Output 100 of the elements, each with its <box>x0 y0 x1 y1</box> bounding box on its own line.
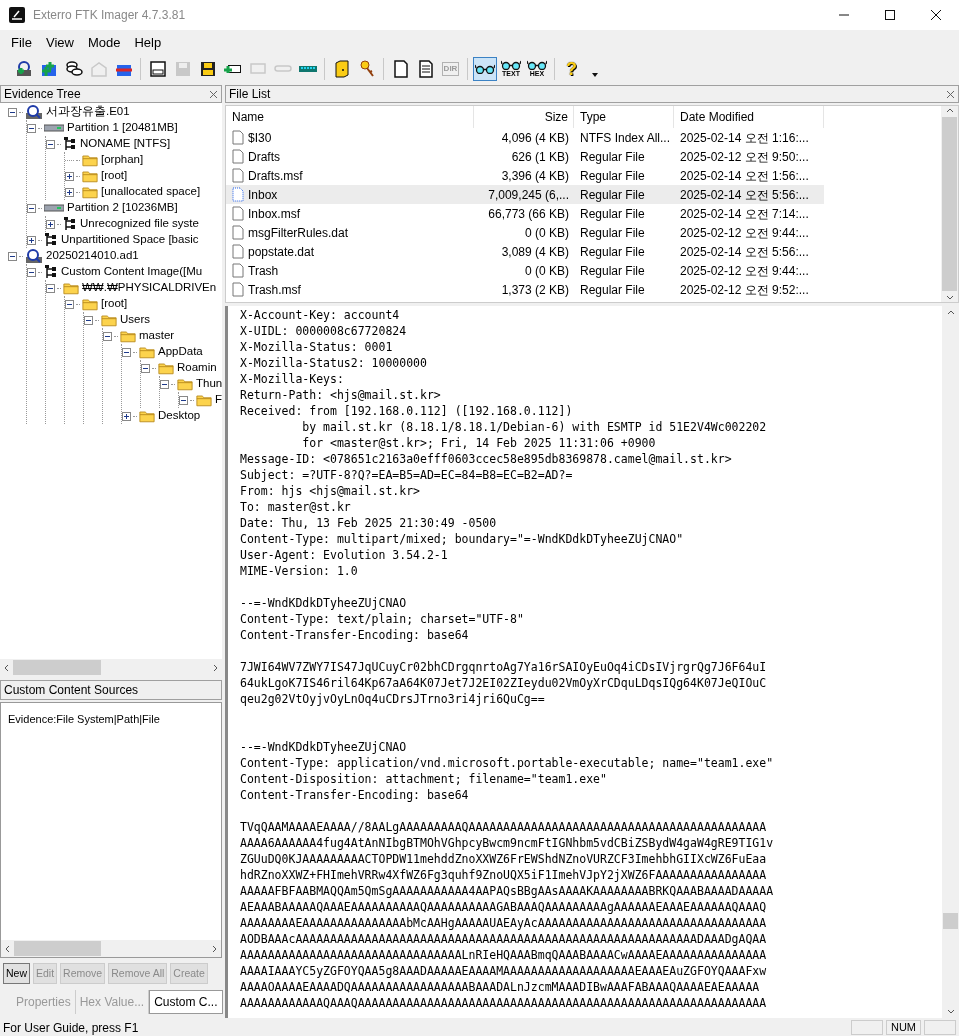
menu-item[interactable]: File <box>4 32 39 53</box>
menu-item[interactable]: View <box>38 32 81 53</box>
file-name: Trash.msf <box>248 281 301 299</box>
text-line: AAAAAAAAAAAAAAAAAAAAAAAAAAAAAAAALnRIeHQAAABmqQAAABAAAACwAAAAEAAAAAAAAAAAAAAA <box>240 947 768 963</box>
text-line: AAAAAFBFAABMAQQAm5QmSgAAAAAAAAAAA4AAPAQsBBgAAsAAAAKAAAAAAAABRKQAAABAAAADAAAAA <box>240 883 775 899</box>
file-name: Inbox.msf <box>248 205 301 223</box>
file-row[interactable]: Drafts 626 (1 KB) Regular File 2025-02-12 오전 9:50:... <box>226 147 824 166</box>
tree-item-label[interactable]: [orphan] <box>101 151 144 169</box>
text-line: X-Mozilla-Status: 0001 <box>240 339 394 355</box>
text-line: Content-Transfer-Encoding: base64 <box>240 787 470 803</box>
collapse-toggle[interactable] <box>65 299 74 309</box>
file-row[interactable]: $I30 4,096 (4 KB) NTFS Index All... 2025-02-14 오전 1:16:... <box>226 128 824 147</box>
text-line: TVqQAAMAAAAEAAAA//8AALgAAAAAAAAAQAAAAAAAAAAAAAAAAAAAAAAAAAAAAAAAAAAAAAAAAAAA <box>240 819 768 835</box>
panel-tab[interactable]: Custom C... <box>149 990 223 1014</box>
collapse-toggle[interactable] <box>122 347 131 357</box>
file-row[interactable]: Inbox.msf 66,773 (66 KB) Regular File 2025-02-14 오전 7:14:... <box>226 204 824 223</box>
vertical-scrollbar[interactable] <box>942 306 959 1018</box>
hierarchy-icon <box>44 265 58 279</box>
tree-item-label[interactable]: ₩₩.₩PHYSICALDRIVEn <box>82 279 217 297</box>
collapse-toggle[interactable] <box>27 267 36 277</box>
expand-toggle[interactable] <box>65 171 74 181</box>
collapse-toggle[interactable] <box>160 379 169 389</box>
column-header[interactable]: Size <box>474 106 574 128</box>
collapse-toggle[interactable] <box>46 283 55 293</box>
folder-icon <box>82 153 98 167</box>
tree-item-label[interactable]: [unallocated space] <box>101 183 201 201</box>
vertical-scrollbar[interactable] <box>941 106 958 302</box>
tree-item-label[interactable]: Roamin <box>177 359 217 377</box>
table-cell-text: Regular File <box>579 167 646 185</box>
collapse-toggle[interactable] <box>8 107 17 117</box>
file-icon <box>232 225 244 240</box>
close-icon[interactable] <box>209 89 218 99</box>
text-line: Content-Type: multipart/mixed; boundary="=-WndKDdkDTyheeZUjCNAO" <box>240 531 685 547</box>
action-button[interactable]: New <box>3 963 30 984</box>
dropdown-caret-icon[interactable] <box>591 71 599 78</box>
drive-add-icon <box>223 63 242 74</box>
column-header[interactable]: Type <box>574 106 674 128</box>
horizontal-scrollbar[interactable] <box>1 940 221 957</box>
tree-item-label[interactable]: Partition 2 [10236MB] <box>67 199 178 217</box>
text-line: Content-Type: application/vnd.microsoft.portable-executable; name="team1.exe" <box>240 755 775 771</box>
collapse-toggle[interactable] <box>84 315 93 325</box>
tree-item-label[interactable]: Unpartitioned Space [basic <box>61 231 199 249</box>
expand-toggle[interactable] <box>65 187 74 197</box>
tree-item-label[interactable]: 서과장유출.E01 <box>46 103 130 121</box>
folder-icon <box>158 361 174 375</box>
text-line: Return-Path: <hjs@mail.st.kr> <box>240 387 442 403</box>
table-cell-text: 2025-02-14 오전 1:56:... <box>679 167 810 185</box>
panel-title: File List <box>229 86 271 103</box>
minus-icon <box>29 205 34 211</box>
close-icon[interactable] <box>946 89 955 99</box>
scroll-thumb[interactable] <box>942 117 957 291</box>
tree-item-label[interactable]: Unrecognized file syste <box>80 215 199 233</box>
file-icon <box>232 263 244 278</box>
file-row[interactable]: Inbox 7,009,245 (6,... Regular File 2025-02-14 오전 5:56:... <box>226 185 824 204</box>
file-name: popstate.dat <box>248 243 315 261</box>
folder-icon <box>177 377 193 391</box>
tree-item-label[interactable]: master <box>139 327 175 345</box>
collapse-toggle[interactable] <box>103 331 112 341</box>
tree-item-label[interactable]: Desktop <box>158 407 201 425</box>
collapse-toggle[interactable] <box>8 251 17 261</box>
collapse-toggle[interactable] <box>27 123 36 133</box>
text-line: Date: Thu, 13 Feb 2025 21:30:49 -0500 <box>240 515 498 531</box>
collapse-toggle[interactable] <box>179 395 188 405</box>
source-entry[interactable]: Evidence:File System|Path|File <box>8 711 214 728</box>
collapse-toggle[interactable] <box>46 139 55 149</box>
tree-item-label[interactable]: 20250214010.ad1 <box>46 247 139 265</box>
tree-item-label[interactable]: Partition 1 [20481MB] <box>67 119 178 137</box>
file-row[interactable]: popstate.dat 3,089 (4 KB) Regular File 2025-02-14 오전 5:56:... <box>226 242 824 261</box>
collapse-toggle[interactable] <box>27 203 36 213</box>
tree-item-label[interactable]: [root] <box>101 295 128 313</box>
column-header[interactable]: Date Modified <box>674 106 824 128</box>
menu-item[interactable]: Help <box>127 32 169 53</box>
menu-item[interactable]: Mode <box>80 32 128 53</box>
tree-item-label[interactable]: AppData <box>158 343 203 361</box>
plus-icon <box>67 173 72 179</box>
tree-item-label[interactable]: NONAME [NTFS] <box>80 135 171 153</box>
table-cell-text: 7,009,245 (6,... <box>487 186 570 204</box>
tree-item-label[interactable]: Users <box>120 311 151 329</box>
file-row[interactable]: Trash.msf 1,373 (2 KB) Regular File 2025-02-12 오전 9:52:... <box>226 280 824 299</box>
expand-toggle[interactable] <box>122 411 131 421</box>
scroll-thumb[interactable] <box>13 660 102 675</box>
tree-item-label[interactable]: [root] <box>101 167 128 185</box>
scroll-thumb[interactable] <box>943 913 958 929</box>
viewer-button[interactable] <box>473 56 497 81</box>
text-line: User-Agent: Evolution 3.54.2-1 <box>240 547 449 563</box>
scroll-thumb[interactable] <box>14 941 102 956</box>
table-cell-text: Regular File <box>579 205 646 223</box>
column-header[interactable]: Name <box>226 106 474 128</box>
collapse-toggle[interactable] <box>141 363 150 373</box>
tree-item-label[interactable]: Thun <box>196 375 223 393</box>
expand-toggle[interactable] <box>27 235 36 245</box>
tree-item-label[interactable]: F <box>215 391 223 409</box>
file-row[interactable]: Drafts.msf 3,396 (4 KB) Regular File 2025-02-14 오전 1:56:... <box>226 166 824 185</box>
tree-item-label[interactable]: Custom Content Image([Mu <box>61 263 203 281</box>
drive-icon <box>147 58 168 79</box>
expand-toggle[interactable] <box>46 219 55 229</box>
table-cell-text: NTFS Index All... <box>579 129 672 147</box>
file-row[interactable]: msgFilterRules.dat 0 (0 KB) Regular File 2025-02-12 오전 9:44:... <box>226 223 824 242</box>
file-row[interactable]: Trash 0 (0 KB) Regular File 2025-02-12 오전 9:44:... <box>226 261 824 280</box>
glasses-icon <box>527 60 547 70</box>
